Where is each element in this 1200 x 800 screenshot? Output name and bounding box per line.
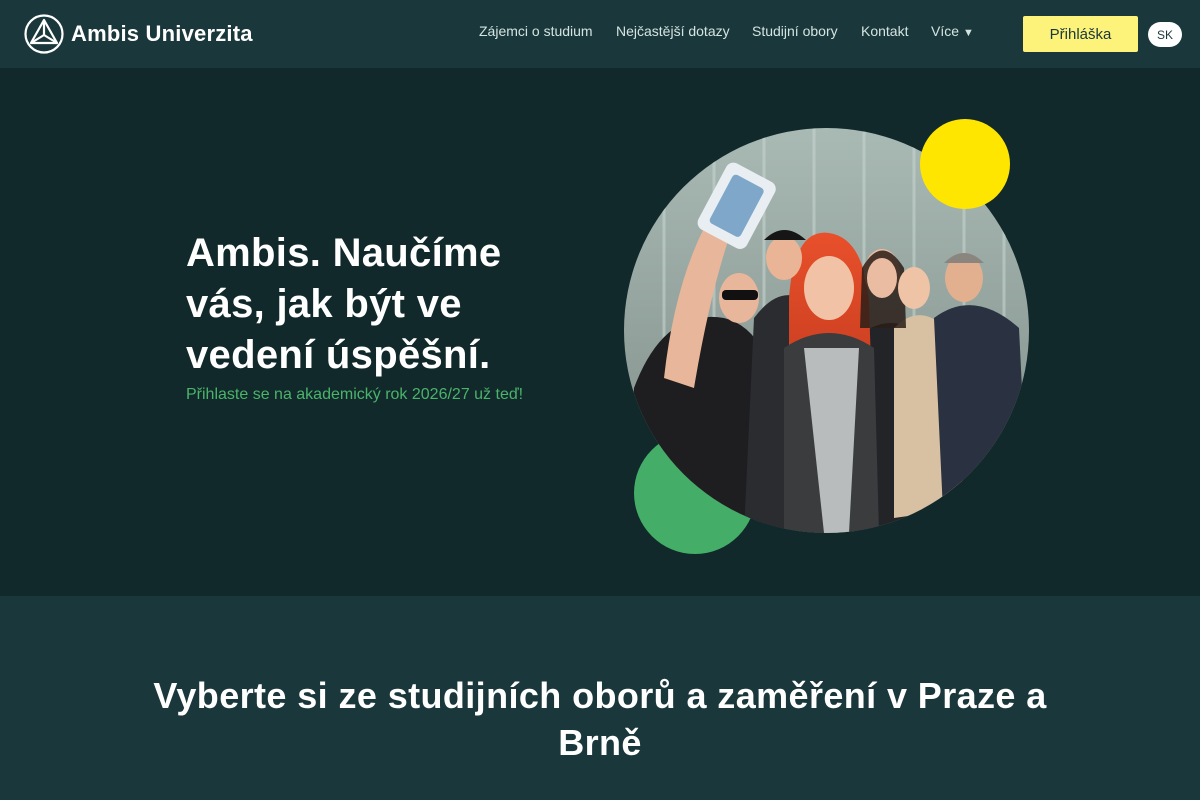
application-button[interactable]: Přihláška	[1023, 16, 1138, 52]
logo-text: Ambis Univerzita	[71, 21, 253, 46]
nav-item-more[interactable]: Více ▼	[931, 23, 974, 39]
nav-item-kontakt[interactable]: Kontakt	[861, 23, 908, 39]
hero-section: Ambis. Naučíme vás, jak být ve vedení ús…	[0, 68, 1200, 596]
hero-title: Ambis. Naučíme vás, jak být ve vedení ús…	[186, 231, 502, 377]
decorative-yellow-circle	[920, 119, 1010, 209]
chevron-down-icon: ▼	[963, 27, 974, 39]
site-header: Ambis Univerzita Zájemci o studium Nejča…	[0, 0, 1200, 68]
study-programs-section: Vyberte si ze studijních oborů a zaměřen…	[0, 596, 1200, 800]
nav-item-faq[interactable]: Nejčastější dotazy	[616, 23, 730, 39]
nav-item-obory[interactable]: Studijní obory	[752, 23, 838, 39]
logo-link[interactable]: Ambis Univerzita	[24, 14, 253, 54]
hero-subtitle: Přihlaste se na akademický rok 2026/27 u…	[186, 386, 524, 403]
language-switch[interactable]: SK	[1148, 22, 1182, 47]
nav-item-zajemci[interactable]: Zájemci o studium	[479, 23, 593, 39]
ambis-logo-icon	[24, 14, 64, 54]
section-title: Vyberte si ze studijních oborů a zaměřen…	[153, 675, 1047, 763]
nav-item-more-label: Více	[931, 23, 960, 39]
